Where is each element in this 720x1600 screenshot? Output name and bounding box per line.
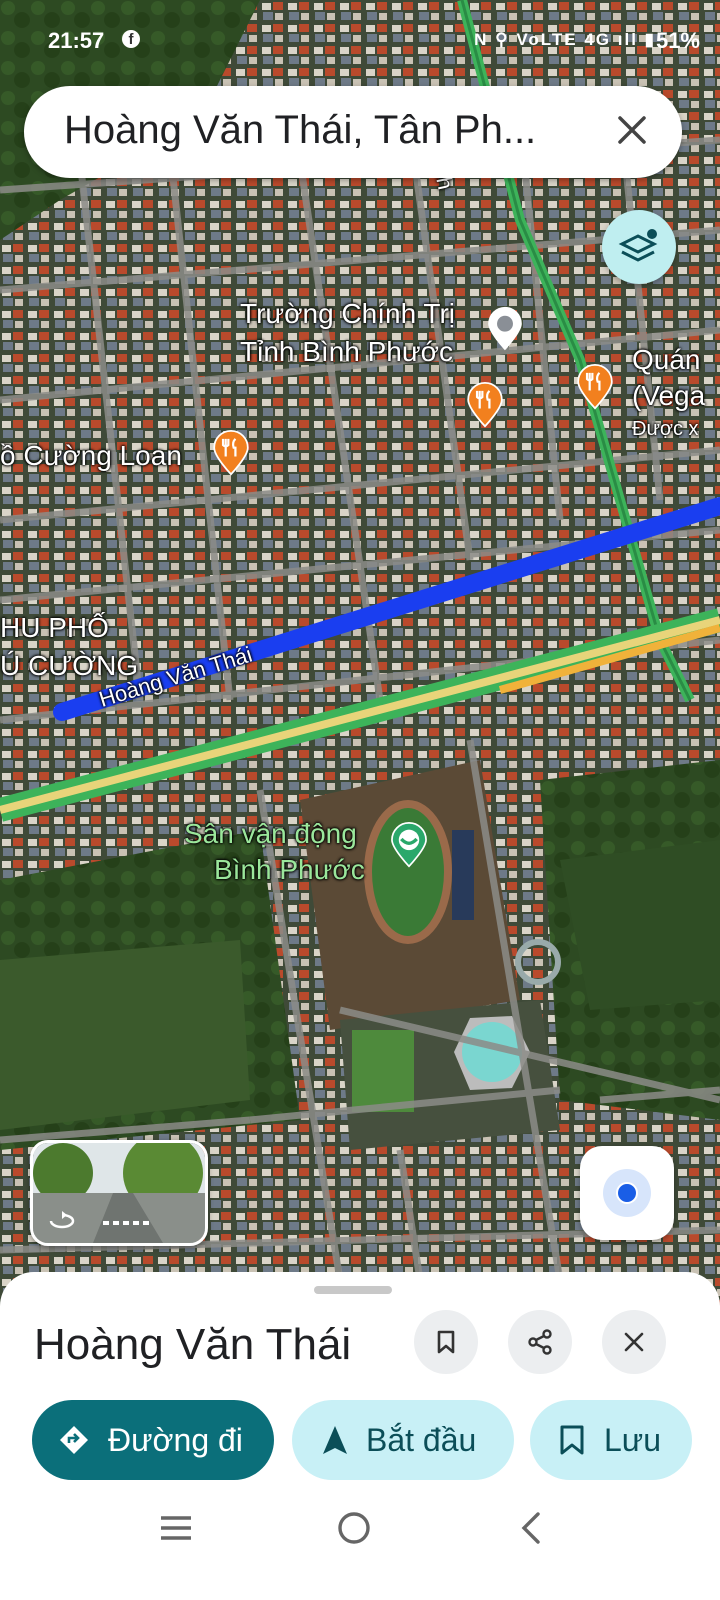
poi-school-label-2[interactable]: Tỉnh Bình Phước [240,336,453,368]
save-label: Lưu [604,1422,662,1458]
my-location-button[interactable] [580,1146,674,1240]
poi-restaurant-right-label-2[interactable]: (Vega [632,380,705,412]
restaurant-pin-icon[interactable] [208,430,254,476]
district-label-2: Ú CƯỜNG [0,650,139,681]
save-button[interactable]: Lưu [530,1400,692,1480]
layers-icon [618,229,658,262]
close-icon [624,1332,644,1352]
recent-apps-icon[interactable] [158,1510,194,1546]
close-sheet-button[interactable] [602,1310,666,1374]
district-label-1: HU PHỐ [0,612,109,643]
bookmark-icon [560,1425,584,1455]
back-icon[interactable] [514,1510,550,1546]
search-bar[interactable]: Hoàng Văn Thái, Tân Ph... [24,86,682,178]
status-time: 21:57 [48,28,105,53]
street-view-thumbnail[interactable] [30,1140,208,1246]
stadium-pin-icon[interactable] [386,822,432,868]
location-dot-icon [603,1169,651,1217]
poi-restaurant-right-label-3[interactable]: Được x [632,418,699,441]
share-icon [528,1329,552,1355]
poi-school-label-1[interactable]: Trường Chính Trị [240,298,455,330]
sheet-drag-handle[interactable] [314,1286,392,1294]
system-nav-bar [0,1490,720,1570]
directions-icon [60,1426,88,1454]
restaurant-pin-icon[interactable] [572,364,618,410]
home-icon[interactable] [336,1510,372,1546]
street-view-rotate-icon [49,1211,75,1229]
restaurant-pin-icon[interactable] [462,382,508,428]
status-bar: 21:57 f N ⚲ VoLTE 4G ıll ▮ 51% [0,22,720,62]
bookmark-icon [437,1330,455,1354]
stadium-label-2[interactable]: Bình Phước [214,854,365,886]
share-button[interactable] [508,1310,572,1374]
directions-label: Đường đi [108,1422,243,1458]
poi-restaurant-right-label-1[interactable]: Quán [632,344,701,376]
bookmark-button[interactable] [414,1310,478,1374]
search-query[interactable]: Hoàng Văn Thái, Tân Ph... [64,108,536,153]
start-button[interactable]: Bắt đầu [292,1400,514,1480]
facebook-icon: f [122,30,140,48]
stadium-label-1[interactable]: Sân vận động [184,818,357,850]
close-icon[interactable] [612,110,652,150]
status-indicators: N ⚲ VoLTE 4G ıll ▮ [474,30,656,49]
school-pin-icon[interactable] [482,306,528,352]
poi-restaurant-left-label[interactable]: ồ Cường Loan [0,440,182,472]
battery-level: 51% [655,28,700,53]
start-label: Bắt đầu [366,1422,477,1458]
place-title: Hoàng Văn Thái [34,1320,352,1369]
layers-button[interactable] [602,210,676,284]
navigation-arrow-icon [323,1426,347,1454]
directions-button[interactable]: Đường đi [32,1400,274,1480]
